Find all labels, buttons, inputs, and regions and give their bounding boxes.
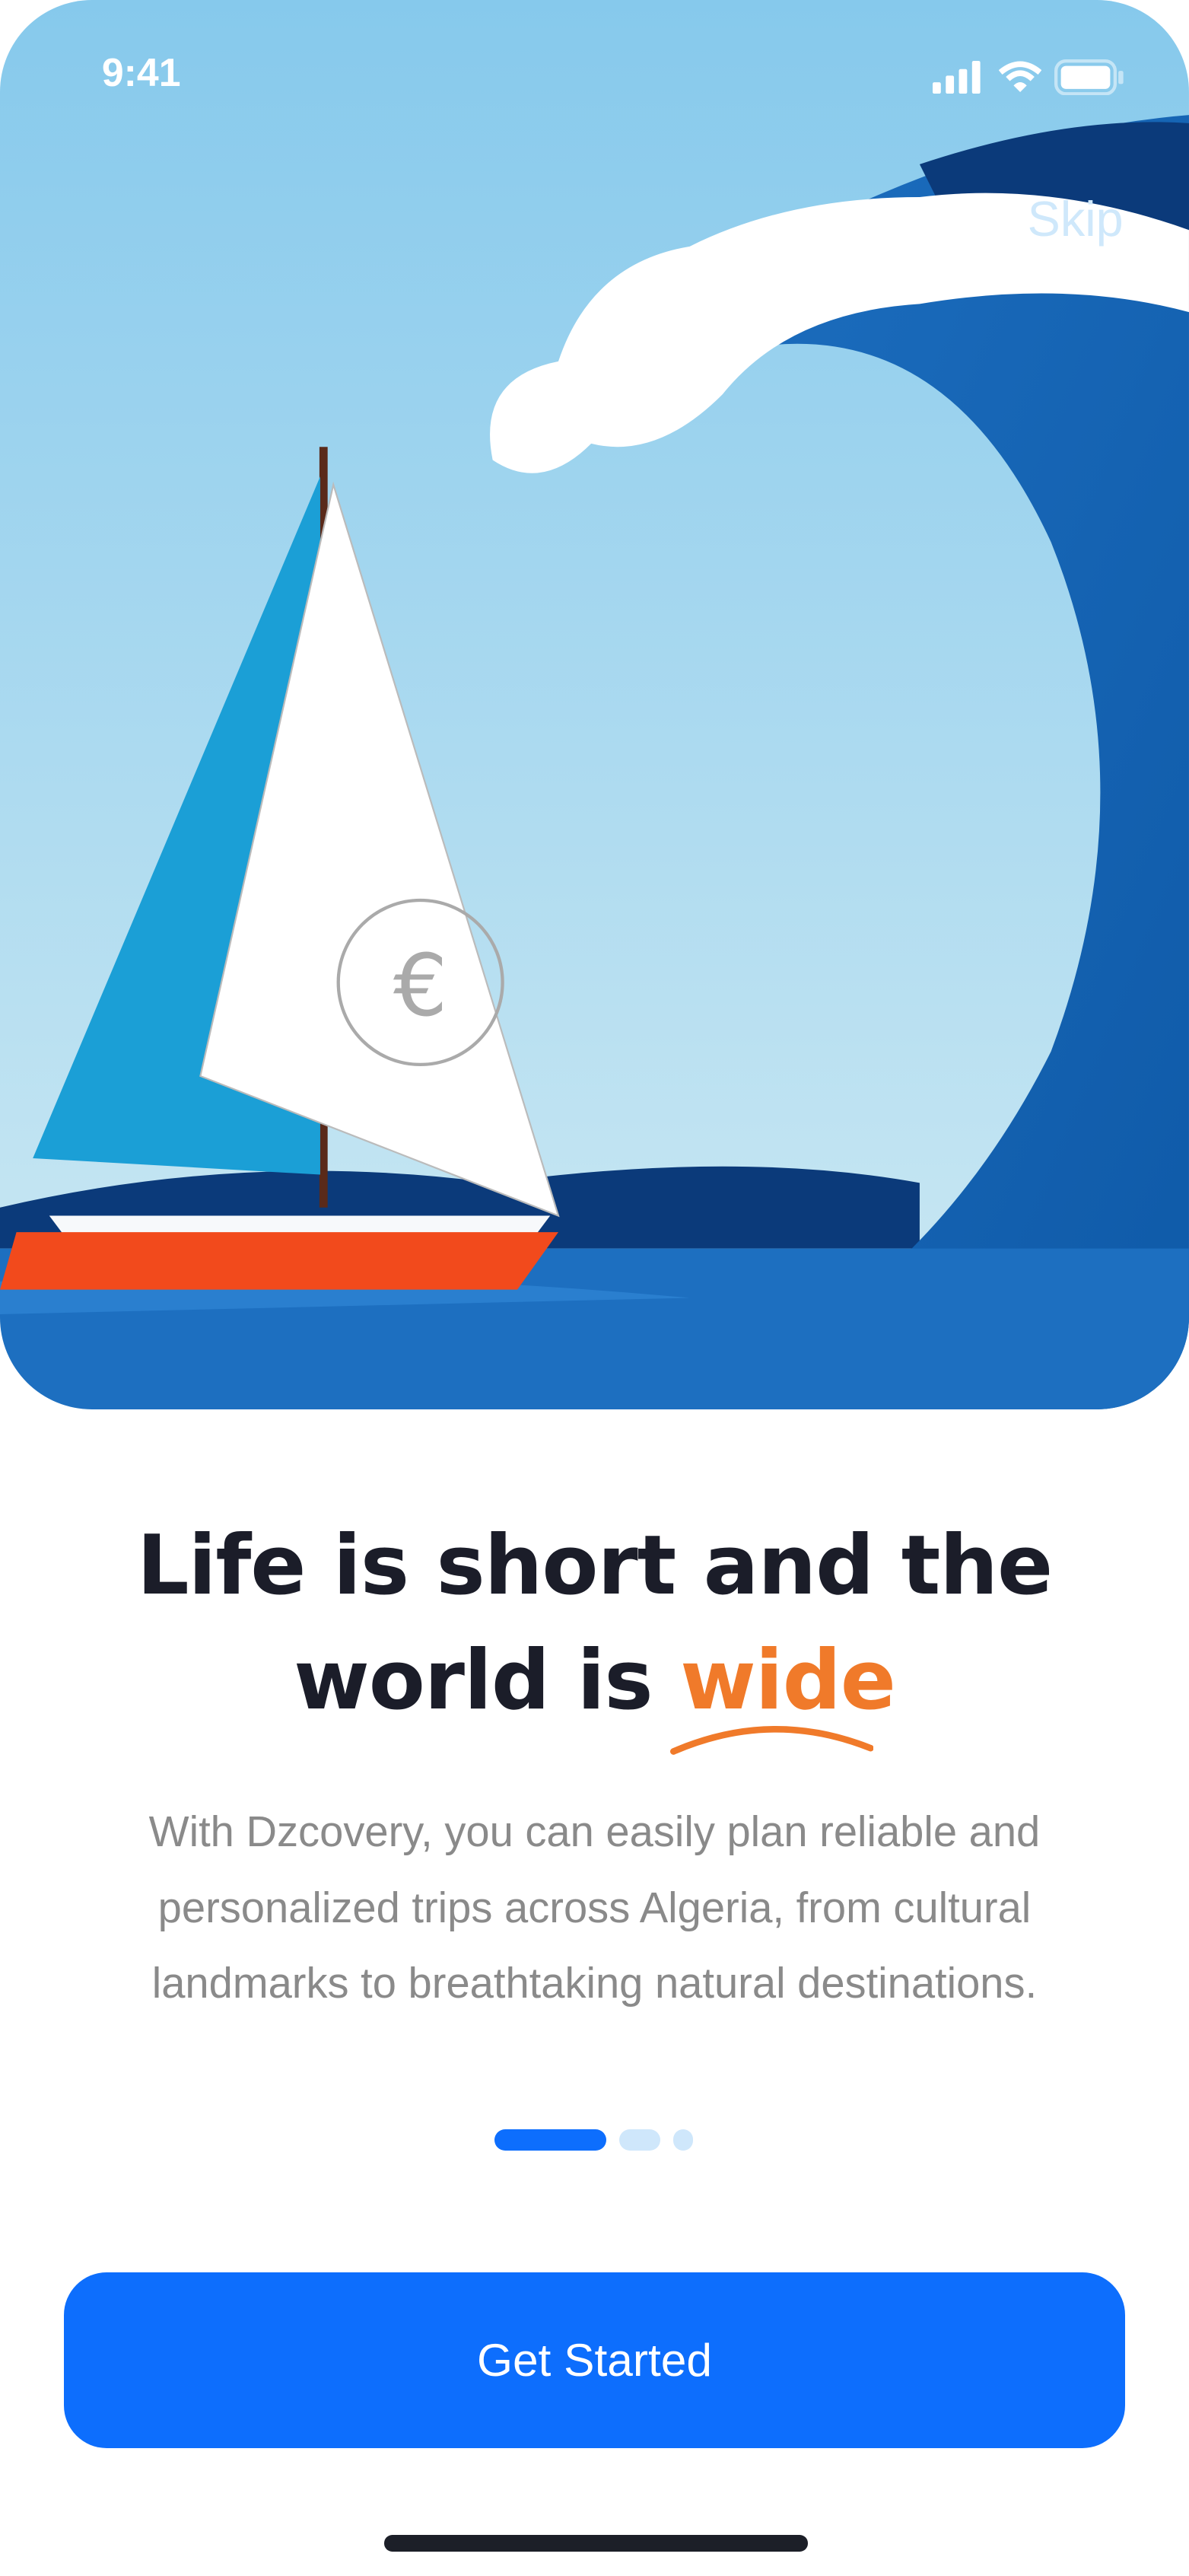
skip-button[interactable]: Skip <box>1028 190 1124 247</box>
title-highlight: wide <box>680 1632 896 1728</box>
description: With Dzcovery, you can easily plan relia… <box>148 1807 1041 2008</box>
title-line-2: world is <box>294 1632 681 1728</box>
highlight-underline <box>669 1725 874 1755</box>
get-started-button[interactable]: Get Started <box>64 2272 1125 2448</box>
signal-icon <box>933 60 981 94</box>
wifi-icon <box>998 61 1041 92</box>
battery-icon <box>1054 59 1124 96</box>
page-dot-active[interactable] <box>494 2129 606 2151</box>
home-indicator <box>384 2535 809 2552</box>
status-icons <box>933 59 1124 96</box>
sailboat-wave-illustration: € <box>0 0 1189 1410</box>
page-indicator <box>494 2129 693 2151</box>
hero-illustration: € 9:41 Skip <box>0 0 1189 1410</box>
status-time: 9:41 <box>101 49 181 94</box>
euro-symbol: € <box>393 937 447 1036</box>
page-dot[interactable] <box>673 2129 693 2151</box>
page-title: Life is short and the world is wide <box>0 1508 1189 1738</box>
title-line-1: Life is short and the <box>136 1517 1053 1613</box>
page-dot[interactable] <box>618 2129 660 2151</box>
onboarding-screen: € 9:41 Skip Life is short and the world … <box>0 0 1189 2576</box>
